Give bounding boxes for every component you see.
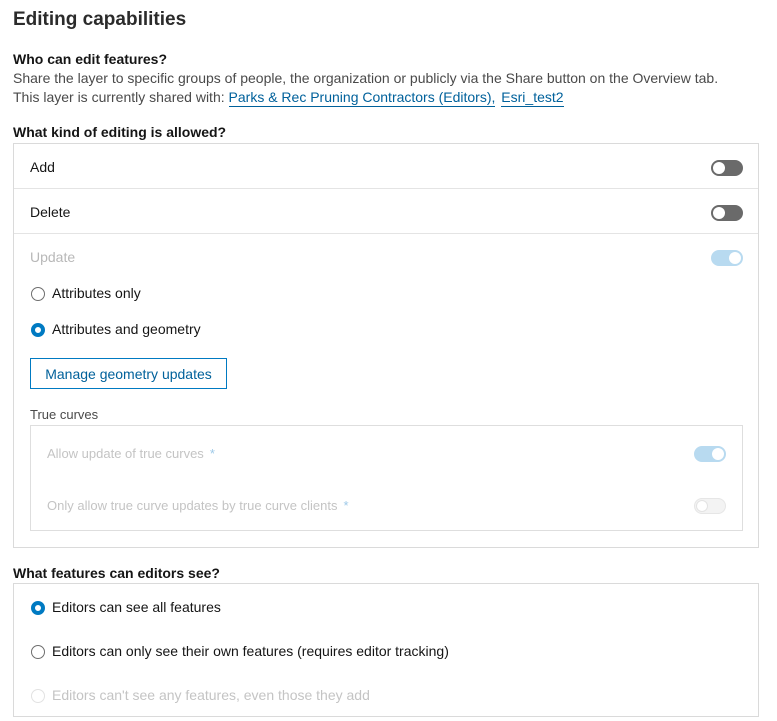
- radio-see-all-features-label: Editors can see all features: [52, 599, 221, 615]
- manage-geometry-updates-button[interactable]: Manage geometry updates: [30, 358, 227, 389]
- toggle-knob: [713, 207, 725, 219]
- add-toggle[interactable]: [711, 160, 743, 176]
- radio-see-no-features-label: Editors can't see any features, even tho…: [52, 687, 370, 703]
- radio-see-own-features[interactable]: [31, 645, 45, 659]
- required-asterisk: *: [209, 446, 215, 461]
- radio-attributes-and-geometry[interactable]: [31, 323, 45, 337]
- who-can-edit-description: Share the layer to specific groups of pe…: [13, 70, 719, 86]
- allow-true-curves-toggle[interactable]: [694, 446, 726, 462]
- radio-attributes-only[interactable]: [31, 287, 45, 301]
- page-title: Editing capabilities: [13, 9, 187, 30]
- radio-attributes-and-geometry-label: Attributes and geometry: [52, 321, 201, 337]
- true-curve-clients-row: Only allow true curve updates by true cu…: [47, 498, 349, 513]
- shared-group-link-parks[interactable]: Parks & Rec Pruning Contractors (Editors…: [228, 89, 496, 107]
- radio-attributes-only-label: Attributes only: [52, 285, 141, 301]
- editing-allowed-panel: Add Delete Update Attributes only Attrib…: [13, 143, 759, 548]
- delete-toggle[interactable]: [711, 205, 743, 221]
- delete-row: Delete: [14, 189, 758, 234]
- radio-see-no-features[interactable]: [31, 689, 45, 703]
- update-toggle[interactable]: [711, 250, 743, 266]
- update-label: Update: [30, 249, 76, 265]
- toggle-knob: [712, 448, 724, 460]
- editing-allowed-heading: What kind of editing is allowed?: [13, 124, 227, 140]
- visibility-heading: What features can editors see?: [13, 565, 220, 581]
- add-label: Add: [30, 159, 55, 175]
- update-section: Update Attributes only Attributes and ge…: [14, 234, 758, 547]
- who-can-edit-heading: Who can edit features?: [13, 51, 168, 67]
- allow-true-curves-label: Allow update of true curves: [47, 446, 204, 461]
- editing-capabilities-page: Editing capabilities Who can edit featur…: [0, 0, 777, 721]
- visibility-panel: Editors can see all features Editors can…: [13, 583, 759, 717]
- allow-true-curves-row: Allow update of true curves *: [47, 446, 215, 461]
- radio-see-own-features-label: Editors can only see their own features …: [52, 643, 449, 659]
- shared-with-line: This layer is currently shared with: Par…: [13, 89, 564, 107]
- true-curve-clients-toggle[interactable]: [694, 498, 726, 514]
- true-curves-box: Allow update of true curves * Only allow …: [30, 425, 743, 531]
- toggle-knob: [696, 500, 708, 512]
- shared-group-link-esri-test2[interactable]: Esri_test2: [501, 89, 564, 107]
- true-curves-label: True curves: [30, 407, 99, 422]
- add-row: Add: [14, 144, 758, 189]
- toggle-knob: [713, 162, 725, 174]
- required-asterisk: *: [343, 498, 349, 513]
- radio-see-all-features[interactable]: [31, 601, 45, 615]
- shared-with-prefix: This layer is currently shared with:: [13, 89, 225, 105]
- delete-label: Delete: [30, 204, 71, 220]
- true-curve-clients-label: Only allow true curve updates by true cu…: [47, 498, 338, 513]
- toggle-knob: [729, 252, 741, 264]
